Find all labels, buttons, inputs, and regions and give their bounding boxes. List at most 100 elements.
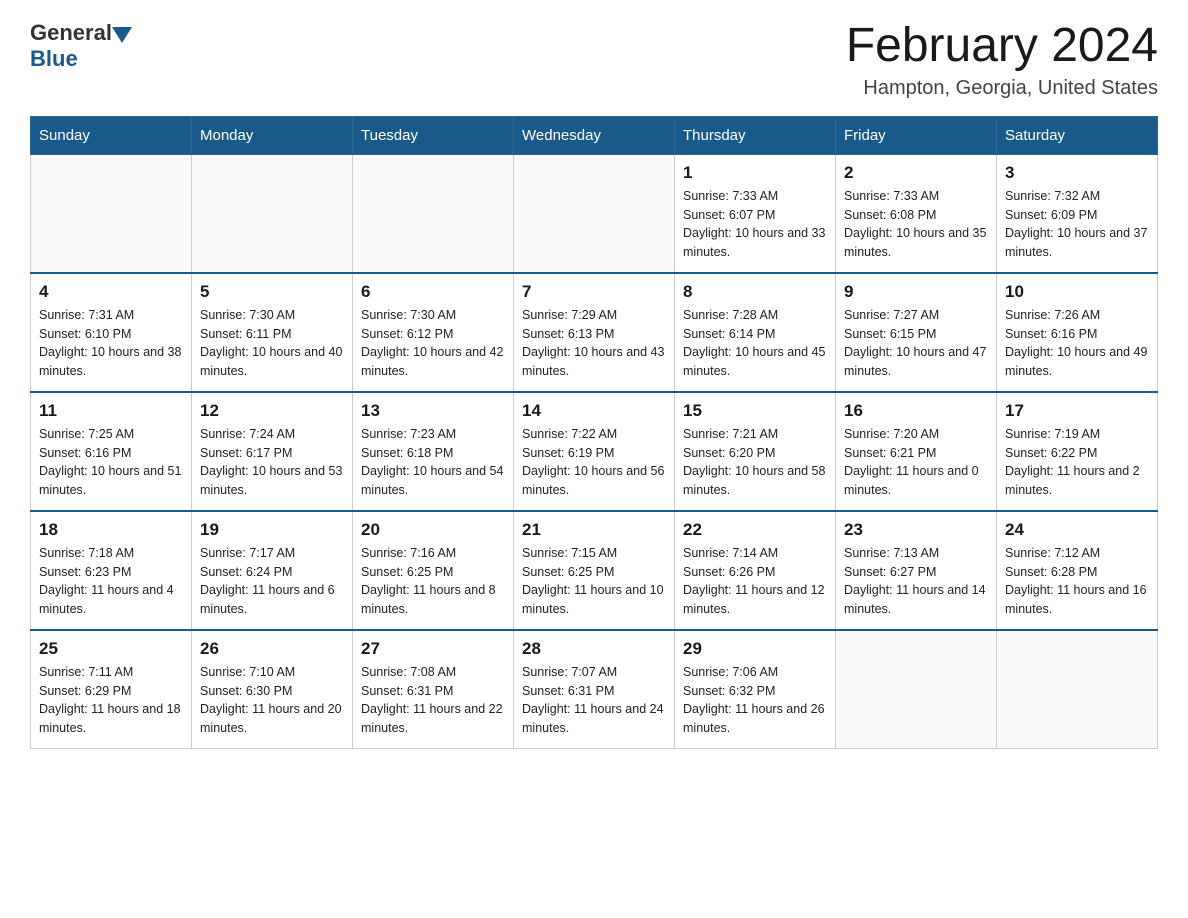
header-friday: Friday xyxy=(836,116,997,154)
day-number: 18 xyxy=(39,520,183,540)
day-info: Sunrise: 7:15 AMSunset: 6:25 PMDaylight:… xyxy=(522,544,666,619)
calendar-cell: 28Sunrise: 7:07 AMSunset: 6:31 PMDayligh… xyxy=(514,630,675,749)
calendar-table: SundayMondayTuesdayWednesdayThursdayFrid… xyxy=(30,116,1158,749)
day-info: Sunrise: 7:27 AMSunset: 6:15 PMDaylight:… xyxy=(844,306,988,381)
calendar-cell xyxy=(192,154,353,273)
day-info: Sunrise: 7:19 AMSunset: 6:22 PMDaylight:… xyxy=(1005,425,1149,500)
calendar-cell: 16 Sunrise: 7:20 AMSunset: 6:21 PMDayligh… xyxy=(836,392,997,511)
calendar-cell: 15 Sunrise: 7:21 AMSunset: 6:20 PMDayligh… xyxy=(675,392,836,511)
day-info: Sunrise: 7:22 AMSunset: 6:19 PMDaylight:… xyxy=(522,425,666,500)
calendar-cell: 13Sunrise: 7:23 AMSunset: 6:18 PMDayligh… xyxy=(353,392,514,511)
day-number: 11 xyxy=(39,401,183,421)
day-number: 3 xyxy=(1005,163,1149,183)
day-number: 22 xyxy=(683,520,827,540)
header-monday: Monday xyxy=(192,116,353,154)
day-info: Sunrise: 7:31 AMSunset: 6:10 PMDaylight:… xyxy=(39,306,183,381)
day-info: Sunrise: 7:33 AMSunset: 6:08 PMDaylight:… xyxy=(844,187,988,262)
calendar-cell: 10 Sunrise: 7:26 AMSunset: 6:16 PMDayligh… xyxy=(997,273,1158,392)
day-info: Sunrise: 7:26 AMSunset: 6:16 PMDaylight:… xyxy=(1005,306,1149,381)
logo-text-blue: Blue xyxy=(30,46,132,72)
header-tuesday: Tuesday xyxy=(353,116,514,154)
day-info: Sunrise: 7:16 AMSunset: 6:25 PMDaylight:… xyxy=(361,544,505,619)
calendar-cell: 23Sunrise: 7:13 AMSunset: 6:27 PMDayligh… xyxy=(836,511,997,630)
day-number: 29 xyxy=(683,639,827,659)
calendar-cell xyxy=(31,154,192,273)
day-info: Sunrise: 7:30 AMSunset: 6:11 PMDaylight:… xyxy=(200,306,344,381)
calendar-cell: 17Sunrise: 7:19 AMSunset: 6:22 PMDayligh… xyxy=(997,392,1158,511)
day-number: 5 xyxy=(200,282,344,302)
day-number: 26 xyxy=(200,639,344,659)
calendar-cell xyxy=(836,630,997,749)
day-number: 4 xyxy=(39,282,183,302)
calendar-cell xyxy=(353,154,514,273)
calendar-cell: 9 Sunrise: 7:27 AMSunset: 6:15 PMDaylight… xyxy=(836,273,997,392)
day-info: Sunrise: 7:33 AMSunset: 6:07 PMDaylight:… xyxy=(683,187,827,262)
logo: General Blue xyxy=(30,20,132,72)
day-info: Sunrise: 7:12 AMSunset: 6:28 PMDaylight:… xyxy=(1005,544,1149,619)
day-number: 16 xyxy=(844,401,988,421)
page-header: General Blue February 2024 Hampton, Geor… xyxy=(30,20,1158,100)
calendar-cell xyxy=(997,630,1158,749)
day-number: 12 xyxy=(200,401,344,421)
calendar-cell: 1 Sunrise: 7:33 AMSunset: 6:07 PMDaylight… xyxy=(675,154,836,273)
calendar-cell: 19 Sunrise: 7:17 AMSunset: 6:24 PMDayligh… xyxy=(192,511,353,630)
day-info: Sunrise: 7:10 AMSunset: 6:30 PMDaylight:… xyxy=(200,663,344,738)
day-info: Sunrise: 7:06 AMSunset: 6:32 PMDaylight:… xyxy=(683,663,827,738)
calendar-cell: 12 Sunrise: 7:24 AMSunset: 6:17 PMDayligh… xyxy=(192,392,353,511)
calendar-cell: 25 Sunrise: 7:11 AMSunset: 6:29 PMDayligh… xyxy=(31,630,192,749)
day-number: 25 xyxy=(39,639,183,659)
day-number: 6 xyxy=(361,282,505,302)
header-saturday: Saturday xyxy=(997,116,1158,154)
day-info: Sunrise: 7:11 AMSunset: 6:29 PMDaylight:… xyxy=(39,663,183,738)
day-number: 28 xyxy=(522,639,666,659)
title-area: February 2024 Hampton, Georgia, United S… xyxy=(846,20,1158,100)
calendar-week-row: 18 Sunrise: 7:18 AMSunset: 6:23 PMDayligh… xyxy=(31,511,1158,630)
header-thursday: Thursday xyxy=(675,116,836,154)
day-info: Sunrise: 7:14 AMSunset: 6:26 PMDaylight:… xyxy=(683,544,827,619)
day-number: 10 xyxy=(1005,282,1149,302)
calendar-cell: 21Sunrise: 7:15 AMSunset: 6:25 PMDayligh… xyxy=(514,511,675,630)
calendar-cell: 5 Sunrise: 7:30 AMSunset: 6:11 PMDaylight… xyxy=(192,273,353,392)
month-title: February 2024 xyxy=(846,20,1158,73)
calendar-cell: 8 Sunrise: 7:28 AMSunset: 6:14 PMDaylight… xyxy=(675,273,836,392)
day-number: 2 xyxy=(844,163,988,183)
calendar-cell: 4 Sunrise: 7:31 AMSunset: 6:10 PMDaylight… xyxy=(31,273,192,392)
calendar-cell: 3 Sunrise: 7:32 AMSunset: 6:09 PMDaylight… xyxy=(997,154,1158,273)
header-sunday: Sunday xyxy=(31,116,192,154)
day-number: 19 xyxy=(200,520,344,540)
calendar-cell: 18 Sunrise: 7:18 AMSunset: 6:23 PMDayligh… xyxy=(31,511,192,630)
calendar-cell: 11 Sunrise: 7:25 AMSunset: 6:16 PMDayligh… xyxy=(31,392,192,511)
calendar-cell: 7Sunrise: 7:29 AMSunset: 6:13 PMDaylight… xyxy=(514,273,675,392)
calendar-cell: 29 Sunrise: 7:06 AMSunset: 6:32 PMDayligh… xyxy=(675,630,836,749)
calendar-cell: 2 Sunrise: 7:33 AMSunset: 6:08 PMDaylight… xyxy=(836,154,997,273)
day-info: Sunrise: 7:25 AMSunset: 6:16 PMDaylight:… xyxy=(39,425,183,500)
calendar-cell: 27Sunrise: 7:08 AMSunset: 6:31 PMDayligh… xyxy=(353,630,514,749)
day-info: Sunrise: 7:29 AMSunset: 6:13 PMDaylight:… xyxy=(522,306,666,381)
logo-triangle-icon xyxy=(112,27,132,43)
day-info: Sunrise: 7:21 AMSunset: 6:20 PMDaylight:… xyxy=(683,425,827,500)
calendar-cell: 22 Sunrise: 7:14 AMSunset: 6:26 PMDayligh… xyxy=(675,511,836,630)
calendar-cell: 20 Sunrise: 7:16 AMSunset: 6:25 PMDayligh… xyxy=(353,511,514,630)
logo-text-general: General xyxy=(30,20,112,46)
day-number: 15 xyxy=(683,401,827,421)
day-number: 8 xyxy=(683,282,827,302)
day-number: 9 xyxy=(844,282,988,302)
day-number: 1 xyxy=(683,163,827,183)
day-info: Sunrise: 7:28 AMSunset: 6:14 PMDaylight:… xyxy=(683,306,827,381)
day-info: Sunrise: 7:24 AMSunset: 6:17 PMDaylight:… xyxy=(200,425,344,500)
header-wednesday: Wednesday xyxy=(514,116,675,154)
calendar-week-row: 4 Sunrise: 7:31 AMSunset: 6:10 PMDaylight… xyxy=(31,273,1158,392)
calendar-cell: 24 Sunrise: 7:12 AMSunset: 6:28 PMDayligh… xyxy=(997,511,1158,630)
day-number: 24 xyxy=(1005,520,1149,540)
day-info: Sunrise: 7:20 AMSunset: 6:21 PMDaylight:… xyxy=(844,425,988,500)
day-number: 20 xyxy=(361,520,505,540)
calendar-week-row: 1 Sunrise: 7:33 AMSunset: 6:07 PMDaylight… xyxy=(31,154,1158,273)
calendar-cell xyxy=(514,154,675,273)
location-subtitle: Hampton, Georgia, United States xyxy=(846,77,1158,100)
day-info: Sunrise: 7:32 AMSunset: 6:09 PMDaylight:… xyxy=(1005,187,1149,262)
day-info: Sunrise: 7:18 AMSunset: 6:23 PMDaylight:… xyxy=(39,544,183,619)
calendar-header-row: SundayMondayTuesdayWednesdayThursdayFrid… xyxy=(31,116,1158,154)
day-number: 23 xyxy=(844,520,988,540)
calendar-cell: 26 Sunrise: 7:10 AMSunset: 6:30 PMDayligh… xyxy=(192,630,353,749)
day-info: Sunrise: 7:17 AMSunset: 6:24 PMDaylight:… xyxy=(200,544,344,619)
